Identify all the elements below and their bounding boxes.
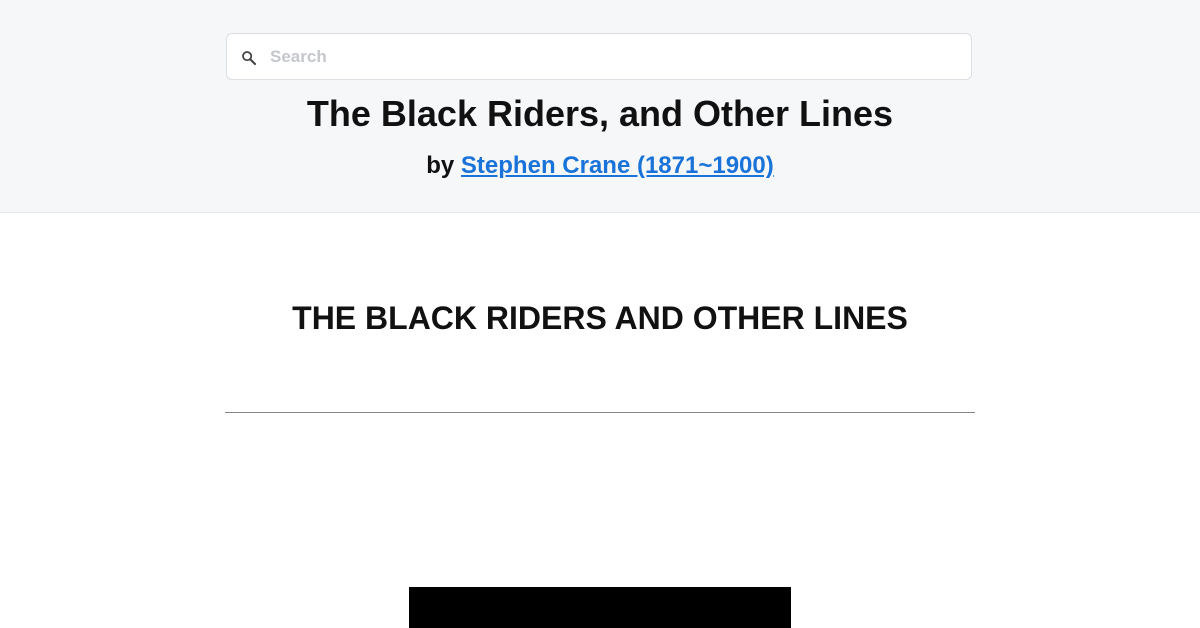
- byline: by Stephen Crane (1871~1900): [0, 151, 1200, 181]
- author-link[interactable]: Stephen Crane (1871~1900): [461, 152, 774, 179]
- cover-image: [409, 587, 791, 628]
- search-icon: [242, 51, 257, 66]
- search-input[interactable]: [270, 34, 960, 79]
- divider: [225, 412, 975, 413]
- page-header: The Black Riders, and Other Lines by Ste…: [0, 0, 1200, 213]
- book-title: The Black Riders, and Other Lines: [306, 93, 894, 134]
- search-bar[interactable]: [226, 33, 972, 80]
- content-heading: THE BLACK RIDERS AND OTHER LINES: [292, 300, 908, 336]
- byline-prefix: by: [426, 152, 455, 179]
